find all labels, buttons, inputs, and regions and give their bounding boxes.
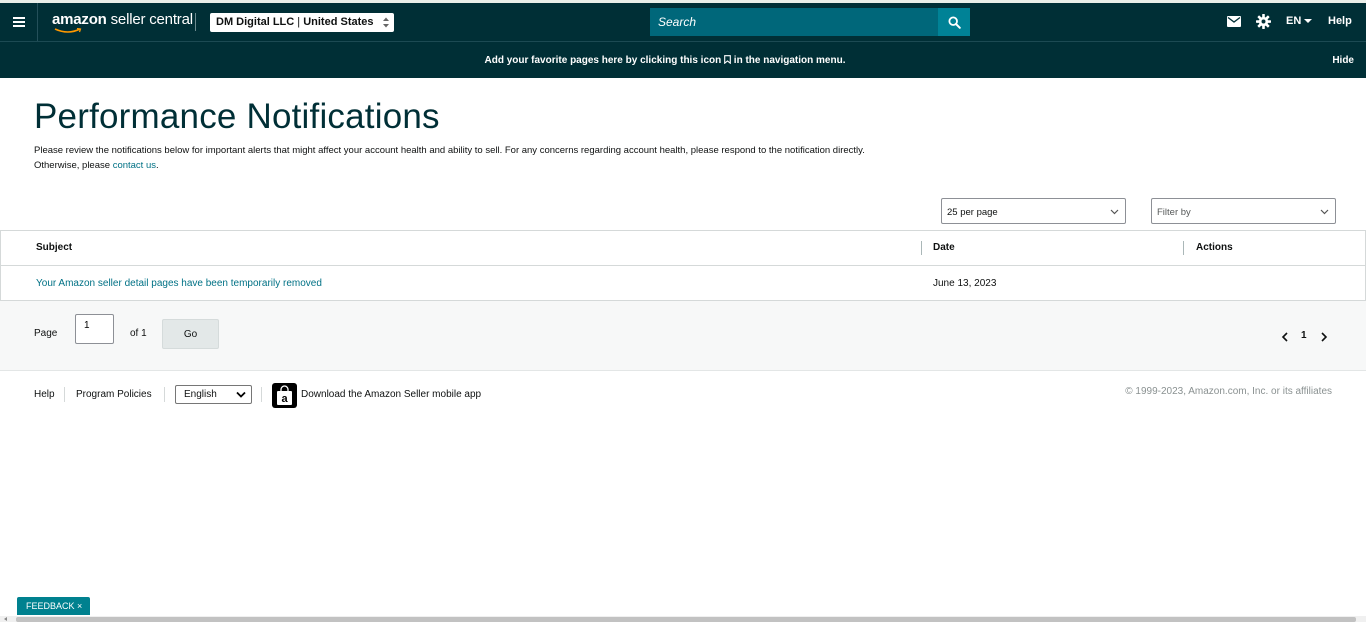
- column-divider: [921, 241, 922, 255]
- account-name: DM Digital LLC: [216, 16, 295, 28]
- search-box: [650, 8, 970, 36]
- page-title: Performance Notifications: [34, 97, 440, 136]
- column-header-date[interactable]: Date: [933, 242, 955, 253]
- contact-us-link[interactable]: contact us: [113, 160, 156, 171]
- filter-placeholder: Filter by: [1157, 207, 1191, 218]
- help-link[interactable]: Help: [1328, 15, 1352, 27]
- table-header: Subject Date Actions: [1, 231, 1365, 266]
- scrollbar-thumb[interactable]: [16, 617, 1356, 622]
- column-divider: [1183, 241, 1184, 255]
- menu-icon[interactable]: [0, 3, 38, 41]
- top-navigation-bar: amazon seller central DM Digital LLC | U…: [0, 3, 1366, 41]
- per-page-value: 25 per page: [947, 207, 998, 218]
- seller-app-icon[interactable]: a: [272, 383, 297, 408]
- notification-subject-link[interactable]: Your Amazon seller detail pages have bee…: [36, 278, 322, 289]
- footer-divider: [261, 387, 262, 402]
- page-footer: Help Program Policies English a Download…: [0, 372, 1366, 417]
- gear-icon[interactable]: [1256, 14, 1271, 29]
- page-total-label: of 1: [130, 328, 147, 339]
- chevron-left-icon[interactable]: [1281, 332, 1289, 342]
- language-dropdown[interactable]: EN: [1286, 15, 1313, 27]
- table-row: Your Amazon seller detail pages have bee…: [1, 267, 1365, 301]
- column-header-actions: Actions: [1196, 242, 1233, 253]
- chevron-down-icon: [1110, 209, 1119, 215]
- account-region: United States: [303, 16, 374, 28]
- caret-down-icon: [1304, 19, 1313, 24]
- chevron-down-icon: [1320, 209, 1329, 215]
- account-switcher[interactable]: DM Digital LLC | United States: [210, 13, 394, 32]
- search-input[interactable]: [650, 8, 938, 36]
- search-button[interactable]: [938, 8, 970, 36]
- favorites-message: Add your favorite pages here by clicking…: [0, 55, 1330, 66]
- mail-icon[interactable]: [1227, 16, 1241, 27]
- search-icon: [947, 15, 961, 29]
- bookmark-icon: [724, 55, 731, 64]
- language-label: EN: [1286, 15, 1302, 27]
- download-app-link[interactable]: Download the Amazon Seller mobile app: [301, 389, 481, 400]
- scroll-left-arrow-icon[interactable]: [4, 617, 7, 621]
- notification-date: June 13, 2023: [933, 278, 997, 289]
- logo-amazon-text: amazon: [52, 11, 107, 28]
- copyright-text: © 1999-2023, Amazon.com, Inc. or its aff…: [1125, 386, 1332, 397]
- svg-text:a: a: [281, 393, 288, 405]
- footer-divider: [164, 387, 165, 402]
- pagination-bar: Page of 1 Go 1: [0, 301, 1366, 371]
- logo-divider: [195, 13, 196, 31]
- shopping-bag-icon: a: [277, 385, 292, 405]
- filter-by-select[interactable]: Filter by: [1151, 198, 1336, 224]
- page-label: Page: [34, 328, 58, 339]
- footer-help-link[interactable]: Help: [34, 389, 55, 400]
- footer-divider: [64, 387, 65, 402]
- description-end: .: [156, 160, 159, 171]
- notifications-table: Subject Date Actions Your Amazon seller …: [0, 230, 1366, 301]
- chevron-down-icon: [236, 391, 246, 398]
- program-policies-link[interactable]: Program Policies: [76, 389, 152, 400]
- page-description: Please review the notifications below fo…: [34, 143, 894, 173]
- logo-seller-central-text: seller central: [106, 11, 193, 28]
- favorites-message-start: Add your favorite pages here by clicking…: [484, 55, 722, 66]
- footer-language-value: English: [184, 389, 217, 400]
- chevron-right-icon[interactable]: [1320, 332, 1328, 342]
- account-separator: |: [294, 16, 304, 28]
- page-number-input[interactable]: [75, 314, 114, 344]
- amazon-seller-central-logo[interactable]: amazon seller central: [52, 11, 193, 35]
- horizontal-scrollbar[interactable]: [0, 616, 1366, 622]
- favorites-message-end: in the navigation menu.: [733, 55, 846, 66]
- up-down-arrows-icon: [383, 17, 389, 28]
- go-button[interactable]: Go: [162, 319, 219, 349]
- hide-banner-button[interactable]: Hide: [1332, 55, 1354, 66]
- feedback-button[interactable]: FEEDBACK ×: [17, 597, 90, 615]
- column-header-subject[interactable]: Subject: [36, 242, 72, 253]
- amazon-smile-icon: [54, 28, 82, 33]
- current-page-number[interactable]: 1: [1301, 330, 1307, 341]
- per-page-select[interactable]: 25 per page: [941, 198, 1126, 224]
- favorites-banner: Add your favorite pages here by clicking…: [0, 41, 1366, 78]
- footer-language-select[interactable]: English: [175, 385, 252, 404]
